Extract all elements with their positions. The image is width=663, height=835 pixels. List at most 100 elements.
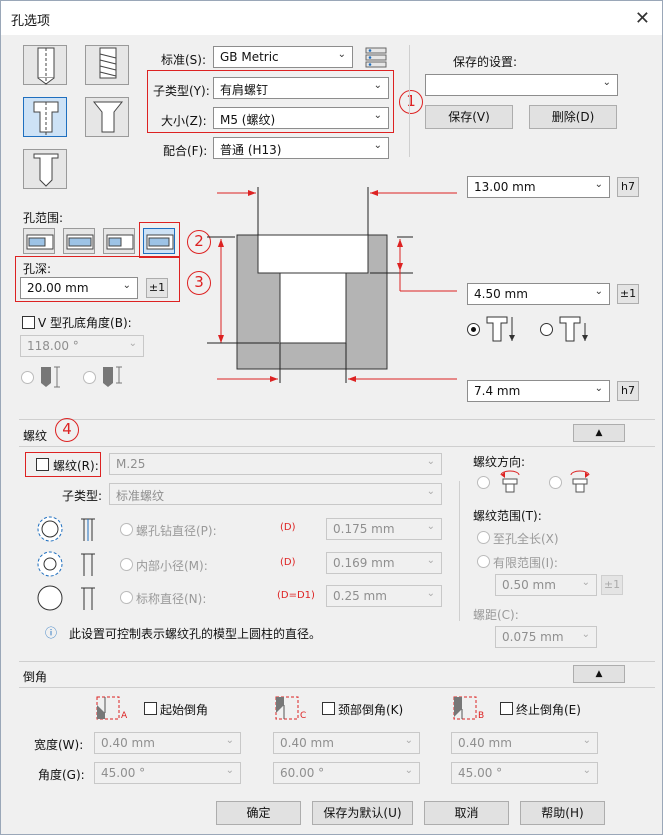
depth-input[interactable]: 20.00 mm ⌄ (20, 277, 138, 299)
thread-subtype-label: 子类型: (62, 489, 103, 503)
tap-drill-icon (37, 515, 101, 543)
ok-button[interactable]: 确定 (216, 801, 301, 825)
subtype-value: 有肩螺钉 (220, 83, 269, 97)
diameter-input[interactable]: 13.00 mm ⌄ (467, 176, 610, 198)
limited-range-radio[interactable] (477, 555, 490, 568)
depth-value: 20.00 mm (27, 281, 89, 295)
limited-range-input[interactable]: 0.50 mm ⌄ (495, 574, 597, 596)
saved-settings-select[interactable]: ⌄ (425, 74, 618, 96)
depth-reference-icon (485, 315, 517, 343)
diameter-tolerance-button[interactable]: h7 (617, 177, 639, 197)
end-chamfer-width-select[interactable]: 0.40 mm ⌄ (451, 732, 598, 754)
tap-drill-radio[interactable] (120, 523, 133, 536)
end-chamfer-angle-select[interactable]: 45.00 ° ⌄ (451, 762, 598, 784)
thread-length-input[interactable]: 7.4 mm ⌄ (467, 380, 610, 402)
thread-checkbox[interactable] (36, 458, 49, 471)
minor-diameter-radio[interactable] (120, 558, 133, 571)
minor-diameter-select[interactable]: 0.169 mm ⌄ (326, 552, 442, 574)
standard-label: 标准(S): (161, 53, 207, 67)
chevron-down-icon: ⌄ (373, 110, 382, 121)
chevron-down-icon: ⌄ (581, 577, 590, 588)
nominal-diameter-radio[interactable] (120, 591, 133, 604)
settings-list-icon[interactable] (365, 46, 387, 68)
size-select[interactable]: M5 (螺纹) ⌄ (213, 107, 389, 129)
chevron-down-icon: ⌄ (426, 486, 435, 497)
range-to-face-icon[interactable] (103, 228, 135, 254)
v-angle-select[interactable]: 118.00 ° ⌄ (20, 335, 144, 357)
thread-subtype-select[interactable]: 标准螺纹 ⌄ (109, 483, 442, 505)
nominal-diameter-value: 0.25 mm (333, 589, 387, 603)
tap-drill-select[interactable]: 0.175 mm ⌄ (326, 518, 442, 540)
chamfer-tag-a: A (121, 711, 128, 721)
left-hand-thread-icon (567, 469, 593, 495)
size-value: M5 (螺纹) (220, 113, 276, 127)
start-chamfer-width-select[interactable]: 0.40 mm ⌄ (94, 732, 241, 754)
close-icon[interactable]: ✕ (635, 8, 650, 29)
hole-options-dialog: 孔选项 ✕ 标准(S): GB Metric ⌄ 子类型(Y): 有肩螺钉 ⌄ 大小… (0, 0, 663, 835)
nominal-diameter-select[interactable]: 0.25 mm ⌄ (326, 585, 442, 607)
counterbore-tolerance-button[interactable]: ±1 (617, 284, 639, 304)
tap-drill-code: (D) (280, 522, 296, 533)
neck-chamfer-checkbox[interactable] (322, 702, 335, 715)
chamfer-angle-label: 角度(G): (38, 768, 85, 782)
standard-select[interactable]: GB Metric ⌄ (213, 46, 353, 68)
delete-button[interactable]: 删除(D) (529, 105, 617, 129)
annotation-circle-4: 4 (55, 418, 79, 442)
start-chamfer-width-value: 0.40 mm (101, 736, 155, 750)
chamfer-width-label: 宽度(W): (34, 738, 84, 752)
start-chamfer-angle-select[interactable]: 45.00 ° ⌄ (94, 762, 241, 784)
save-button[interactable]: 保存(V) (425, 105, 513, 129)
bottom-flat-radio[interactable] (21, 371, 34, 384)
range-to-next-icon[interactable] (143, 228, 175, 254)
thread-length-tolerance-button[interactable]: h7 (617, 381, 639, 401)
counterbore-hole-icon[interactable] (23, 97, 67, 137)
chevron-down-icon: ⌄ (602, 77, 611, 88)
range-blind-icon[interactable] (23, 228, 55, 254)
tapped-hole-icon[interactable] (85, 45, 129, 85)
left-hand-radio[interactable] (549, 476, 562, 489)
chevron-down-icon: ⌄ (594, 286, 603, 297)
thread-section-title: 螺纹 (23, 429, 48, 443)
counterbore-depth-value: 4.50 mm (474, 287, 528, 301)
cancel-button[interactable]: 取消 (424, 801, 509, 825)
pitch-value: 0.075 mm (502, 630, 564, 644)
depth-from-top-radio[interactable] (467, 323, 480, 336)
spotface-hole-icon[interactable] (23, 149, 67, 189)
save-default-button[interactable]: 保存为默认(U) (312, 801, 413, 825)
v-angle-label: V 型孔底角度(B): (38, 316, 132, 330)
start-chamfer-checkbox[interactable] (144, 702, 157, 715)
thread-size-value: M.25 (116, 457, 146, 471)
thread-collapse-button[interactable]: ▲ (573, 424, 625, 442)
neck-chamfer-width-value: 0.40 mm (280, 736, 334, 750)
full-length-radio[interactable] (477, 531, 490, 544)
depth-from-shoulder-radio[interactable] (540, 323, 553, 336)
thread-direction-label: 螺纹方向: (473, 455, 526, 469)
simple-hole-icon[interactable] (23, 45, 67, 85)
v-angle-checkbox[interactable] (22, 316, 35, 329)
depth-tolerance-button[interactable]: ±1 (146, 278, 168, 298)
pitch-select[interactable]: 0.075 mm ⌄ (495, 626, 597, 648)
chevron-down-icon: ⌄ (594, 179, 603, 190)
tap-drill-value: 0.175 mm (333, 522, 395, 536)
subtype-select[interactable]: 有肩螺钉 ⌄ (213, 77, 389, 99)
chamfer-tag-c: C (300, 711, 307, 721)
help-button[interactable]: 帮助(H) (520, 801, 605, 825)
countersink-hole-icon[interactable] (85, 97, 129, 137)
thread-enable-label: 螺纹(R): (53, 459, 99, 473)
right-hand-radio[interactable] (477, 476, 490, 489)
range-through-icon[interactable] (63, 228, 95, 254)
end-chamfer-checkbox[interactable] (500, 702, 513, 715)
subtype-label: 子类型(Y): (153, 84, 210, 98)
counterbore-depth-input[interactable]: 4.50 mm ⌄ (467, 283, 610, 305)
chamfer-collapse-button[interactable]: ▲ (573, 665, 625, 683)
thread-size-select[interactable]: M.25 ⌄ (109, 453, 442, 475)
limited-range-tolerance-button[interactable]: ±1 (601, 575, 623, 595)
thread-info-text: 此设置可控制表示螺纹孔的模型上圆柱的直径。 (69, 627, 322, 641)
neck-chamfer-width-select[interactable]: 0.40 mm ⌄ (273, 732, 420, 754)
neck-chamfer-angle-select[interactable]: 60.00 ° ⌄ (273, 762, 420, 784)
thread-length-value: 7.4 mm (474, 384, 521, 398)
vertical-divider (409, 45, 410, 157)
bottom-v-radio[interactable] (83, 371, 96, 384)
chevron-down-icon: ⌄ (426, 588, 435, 599)
fit-select[interactable]: 普通 (H13) ⌄ (213, 137, 389, 159)
